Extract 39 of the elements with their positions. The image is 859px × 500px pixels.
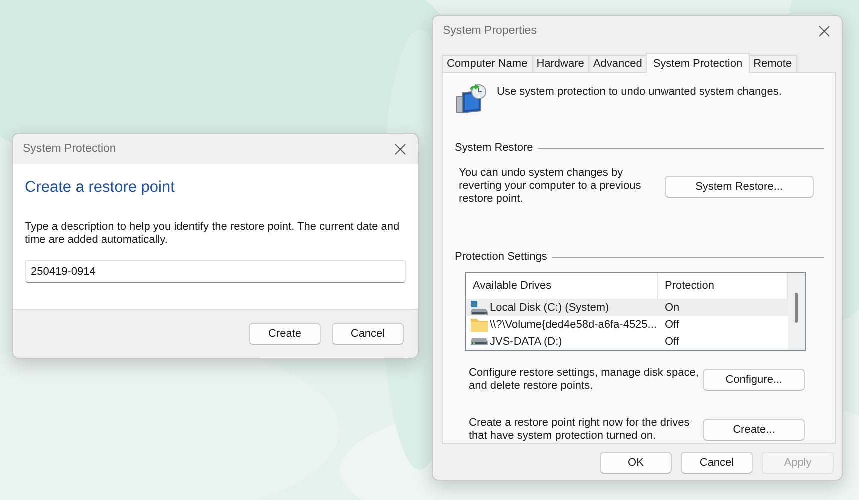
ok-button[interactable]: OK <box>600 452 672 474</box>
window-title: System Protection <box>23 143 116 155</box>
system-drive-icon <box>471 300 488 314</box>
section-heading: System Restore <box>455 142 534 154</box>
folder-icon <box>471 318 488 332</box>
cancel-button[interactable]: Cancel <box>681 452 753 474</box>
intro-text: Use system protection to undo unwanted system changes. <box>497 85 782 98</box>
system-restore-button[interactable]: System Restore... <box>664 176 814 198</box>
drive-name: JVS-DATA (D:) <box>490 336 562 348</box>
dialog-heading: Create a restore point <box>25 178 176 197</box>
drive-row[interactable]: \\?\Volume{ded4e58d-a6fa-4525... Off <box>466 316 788 333</box>
close-icon <box>395 144 406 154</box>
window-title: System Properties <box>443 25 537 37</box>
scrollbar[interactable] <box>788 273 805 350</box>
description-field[interactable]: 250419-0914 <box>25 260 406 283</box>
computer-restore-icon <box>455 83 488 116</box>
close-button[interactable] <box>817 24 832 38</box>
action-description: Create a restore point right now for the drives that have system protection turned on. <box>469 417 691 443</box>
tab[interactable]: System Protection <box>646 53 750 73</box>
system-restore-text: You can undo system changes by reverting your computer to a previous restore point. <box>459 167 642 206</box>
drive-name: \\?\Volume{ded4e58d-a6fa-4525... <box>490 318 657 330</box>
drive-row[interactable]: Local Disk (C:) (System) On <box>466 299 788 316</box>
cancel-button[interactable]: Cancel <box>332 323 404 345</box>
create-button[interactable]: Create... <box>703 419 805 441</box>
create-button[interactable]: Create <box>249 323 321 345</box>
close-icon <box>819 26 830 36</box>
protection-status: Off <box>664 318 680 330</box>
protection-status: On <box>664 302 681 314</box>
drive-icon <box>471 338 488 346</box>
tab[interactable]: Remote <box>748 55 798 72</box>
protection-status: Off <box>664 336 680 348</box>
drive-name: Local Disk (C:) (System) <box>490 302 610 314</box>
close-button[interactable] <box>393 142 408 156</box>
action-description: Configure restore settings, manage disk space, and delete restore points. <box>469 367 700 393</box>
tab[interactable]: Computer Name <box>442 55 533 72</box>
drive-row[interactable]: JVS-DATA (D:) Off <box>466 333 788 350</box>
description-text: Type a description to help you identify the restore point. The current date and time are added automatically. <box>25 221 401 247</box>
configure-button[interactable]: Configure... <box>703 369 805 391</box>
section-heading: Protection Settings <box>455 251 548 263</box>
